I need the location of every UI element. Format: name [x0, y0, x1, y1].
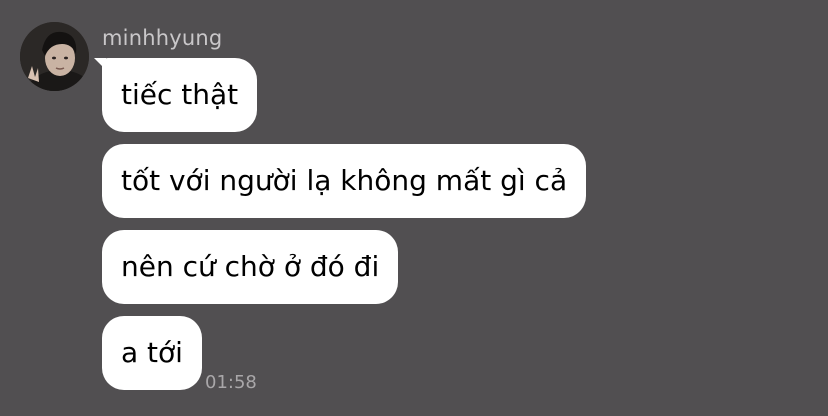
message-text: a tới — [121, 336, 183, 369]
message-bubble[interactable]: a tới — [102, 316, 202, 390]
chat-conversation: minhhyung tiếc thật tốt với người lạ khô… — [0, 0, 828, 416]
message-bubble[interactable]: tốt với người lạ không mất gì cả — [102, 144, 587, 218]
avatar[interactable] — [20, 22, 89, 91]
message-text: tiếc thật — [121, 78, 239, 111]
message-bubble[interactable]: tiếc thật — [102, 58, 258, 132]
message-timestamp: 01:58 — [205, 372, 257, 393]
sender-name: minhhyung — [102, 26, 223, 50]
message-bubble[interactable]: nên cứ chờ ở đó đi — [102, 230, 399, 304]
message-text: nên cứ chờ ở đó đi — [121, 250, 380, 283]
message-text: tốt với người lạ không mất gì cả — [121, 164, 568, 197]
profile-photo-icon — [20, 22, 89, 91]
